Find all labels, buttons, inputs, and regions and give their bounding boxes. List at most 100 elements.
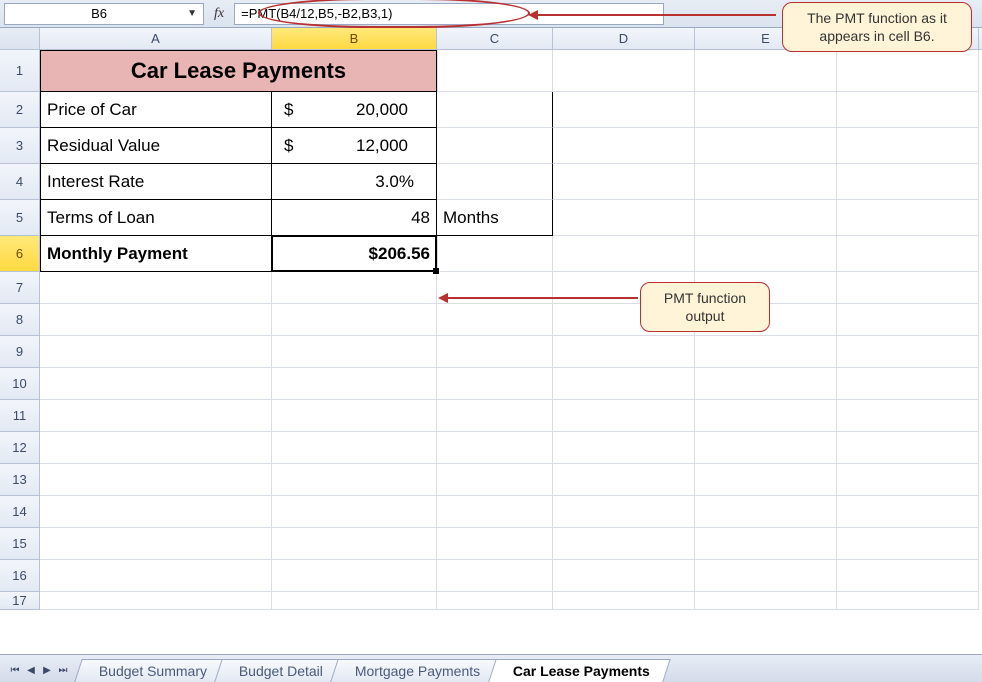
cell-c12[interactable] — [437, 432, 553, 464]
row-header-17[interactable]: 17 — [0, 592, 40, 610]
row-header-5[interactable]: 5 — [0, 200, 40, 236]
row-header-7[interactable]: 7 — [0, 272, 40, 304]
row-header-10[interactable]: 10 — [0, 368, 40, 400]
cell-a11[interactable] — [40, 400, 272, 432]
cell-e1[interactable] — [695, 50, 837, 92]
cell-f14[interactable] — [837, 496, 979, 528]
cell-f7[interactable] — [837, 272, 979, 304]
cell-a13[interactable] — [40, 464, 272, 496]
tab-mortgage-payments[interactable]: Mortgage Payments — [330, 659, 501, 682]
cell-b7[interactable] — [272, 272, 437, 304]
row-header-11[interactable]: 11 — [0, 400, 40, 432]
cell-d16[interactable] — [553, 560, 695, 592]
first-sheet-icon[interactable]: ⏮ — [8, 662, 22, 678]
cell-e17[interactable] — [695, 592, 837, 610]
cell-f9[interactable] — [837, 336, 979, 368]
cell-f5[interactable] — [837, 200, 979, 236]
name-box[interactable]: B6 ▼ — [4, 3, 204, 25]
prev-sheet-icon[interactable]: ◀ — [24, 662, 38, 678]
cell-a17[interactable] — [40, 592, 272, 610]
cell-f6[interactable] — [837, 236, 979, 272]
tab-budget-summary[interactable]: Budget Summary — [74, 659, 228, 682]
cell-e12[interactable] — [695, 432, 837, 464]
row-header-9[interactable]: 9 — [0, 336, 40, 368]
row-header-16[interactable]: 16 — [0, 560, 40, 592]
cell-d3[interactable] — [553, 128, 695, 164]
cell-a9[interactable] — [40, 336, 272, 368]
row-header-13[interactable]: 13 — [0, 464, 40, 496]
col-header-b[interactable]: B — [272, 28, 437, 49]
cell-d6[interactable] — [553, 236, 695, 272]
cell-e13[interactable] — [695, 464, 837, 496]
cell-f2[interactable] — [837, 92, 979, 128]
cell-e2[interactable] — [695, 92, 837, 128]
cell-f4[interactable] — [837, 164, 979, 200]
label-price[interactable]: Price of Car — [40, 92, 272, 128]
cell-e5[interactable] — [695, 200, 837, 236]
row-header-2[interactable]: 2 — [0, 92, 40, 128]
title-cell[interactable]: Car Lease Payments — [40, 50, 437, 92]
cell-b15[interactable] — [272, 528, 437, 560]
value-price[interactable]: $ 20,000 — [272, 92, 437, 128]
row-header-8[interactable]: 8 — [0, 304, 40, 336]
cell-a12[interactable] — [40, 432, 272, 464]
value-residual[interactable]: $ 12,000 — [272, 128, 437, 164]
cell-e6[interactable] — [695, 236, 837, 272]
last-sheet-icon[interactable]: ⏭ — [56, 662, 70, 678]
cell-c15[interactable] — [437, 528, 553, 560]
value-terms-unit[interactable]: Months — [437, 200, 553, 236]
cell-f1[interactable] — [837, 50, 979, 92]
cell-a16[interactable] — [40, 560, 272, 592]
cell-b13[interactable] — [272, 464, 437, 496]
next-sheet-icon[interactable]: ▶ — [40, 662, 54, 678]
cell-a15[interactable] — [40, 528, 272, 560]
cell-e15[interactable] — [695, 528, 837, 560]
label-payment[interactable]: Monthly Payment — [40, 236, 272, 272]
cell-d10[interactable] — [553, 368, 695, 400]
cell-c17[interactable] — [437, 592, 553, 610]
cell-b8[interactable] — [272, 304, 437, 336]
cell-c4[interactable] — [437, 164, 553, 200]
cell-b16[interactable] — [272, 560, 437, 592]
cell-d13[interactable] — [553, 464, 695, 496]
cell-d14[interactable] — [553, 496, 695, 528]
cell-b10[interactable] — [272, 368, 437, 400]
cell-b9[interactable] — [272, 336, 437, 368]
row-header-1[interactable]: 1 — [0, 50, 40, 92]
cell-f13[interactable] — [837, 464, 979, 496]
row-header-6[interactable]: 6 — [0, 236, 40, 272]
label-terms[interactable]: Terms of Loan — [40, 200, 272, 236]
cell-e16[interactable] — [695, 560, 837, 592]
cell-c8[interactable] — [437, 304, 553, 336]
tab-budget-detail[interactable]: Budget Detail — [214, 659, 344, 682]
cell-d5[interactable] — [553, 200, 695, 236]
label-residual[interactable]: Residual Value — [40, 128, 272, 164]
cell-e14[interactable] — [695, 496, 837, 528]
cell-e3[interactable] — [695, 128, 837, 164]
cell-f11[interactable] — [837, 400, 979, 432]
cell-a8[interactable] — [40, 304, 272, 336]
cell-c7[interactable] — [437, 272, 553, 304]
cell-d4[interactable] — [553, 164, 695, 200]
cell-f16[interactable] — [837, 560, 979, 592]
col-header-a[interactable]: A — [40, 28, 272, 49]
cell-c16[interactable] — [437, 560, 553, 592]
cell-c14[interactable] — [437, 496, 553, 528]
value-terms[interactable]: 48 — [272, 200, 437, 236]
cell-f17[interactable] — [837, 592, 979, 610]
cell-f10[interactable] — [837, 368, 979, 400]
cell-c2[interactable] — [437, 92, 553, 128]
chevron-down-icon[interactable]: ▼ — [187, 8, 197, 19]
row-header-15[interactable]: 15 — [0, 528, 40, 560]
cell-a10[interactable] — [40, 368, 272, 400]
cell-c13[interactable] — [437, 464, 553, 496]
cell-c6[interactable] — [437, 236, 553, 272]
cell-d9[interactable] — [553, 336, 695, 368]
tab-car-lease-payments[interactable]: Car Lease Payments — [488, 659, 670, 682]
cell-c11[interactable] — [437, 400, 553, 432]
cell-b12[interactable] — [272, 432, 437, 464]
cell-d1[interactable] — [553, 50, 695, 92]
col-header-c[interactable]: C — [437, 28, 553, 49]
cell-d2[interactable] — [553, 92, 695, 128]
cell-c10[interactable] — [437, 368, 553, 400]
